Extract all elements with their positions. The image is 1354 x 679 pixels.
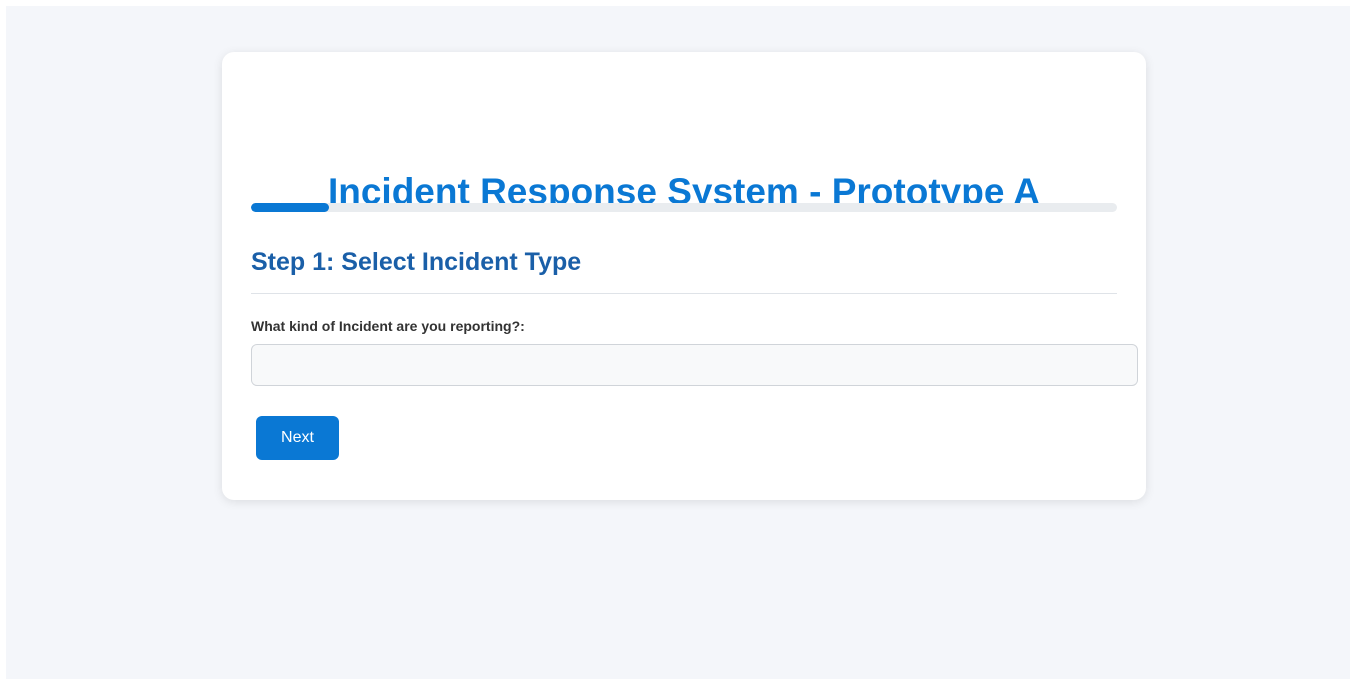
step-heading: Step 1: Select Incident Type — [251, 248, 582, 276]
progress-bar — [251, 203, 1117, 212]
next-button[interactable]: Next — [256, 416, 339, 460]
page-background: Incident Response System - Prototype A S… — [6, 6, 1350, 679]
section-divider — [251, 293, 1117, 294]
incident-type-input[interactable] — [251, 344, 1138, 386]
progress-bar-fill — [251, 203, 329, 212]
incident-type-label: What kind of Incident are you reporting?… — [251, 318, 525, 334]
form-card: Incident Response System - Prototype A S… — [222, 52, 1146, 500]
